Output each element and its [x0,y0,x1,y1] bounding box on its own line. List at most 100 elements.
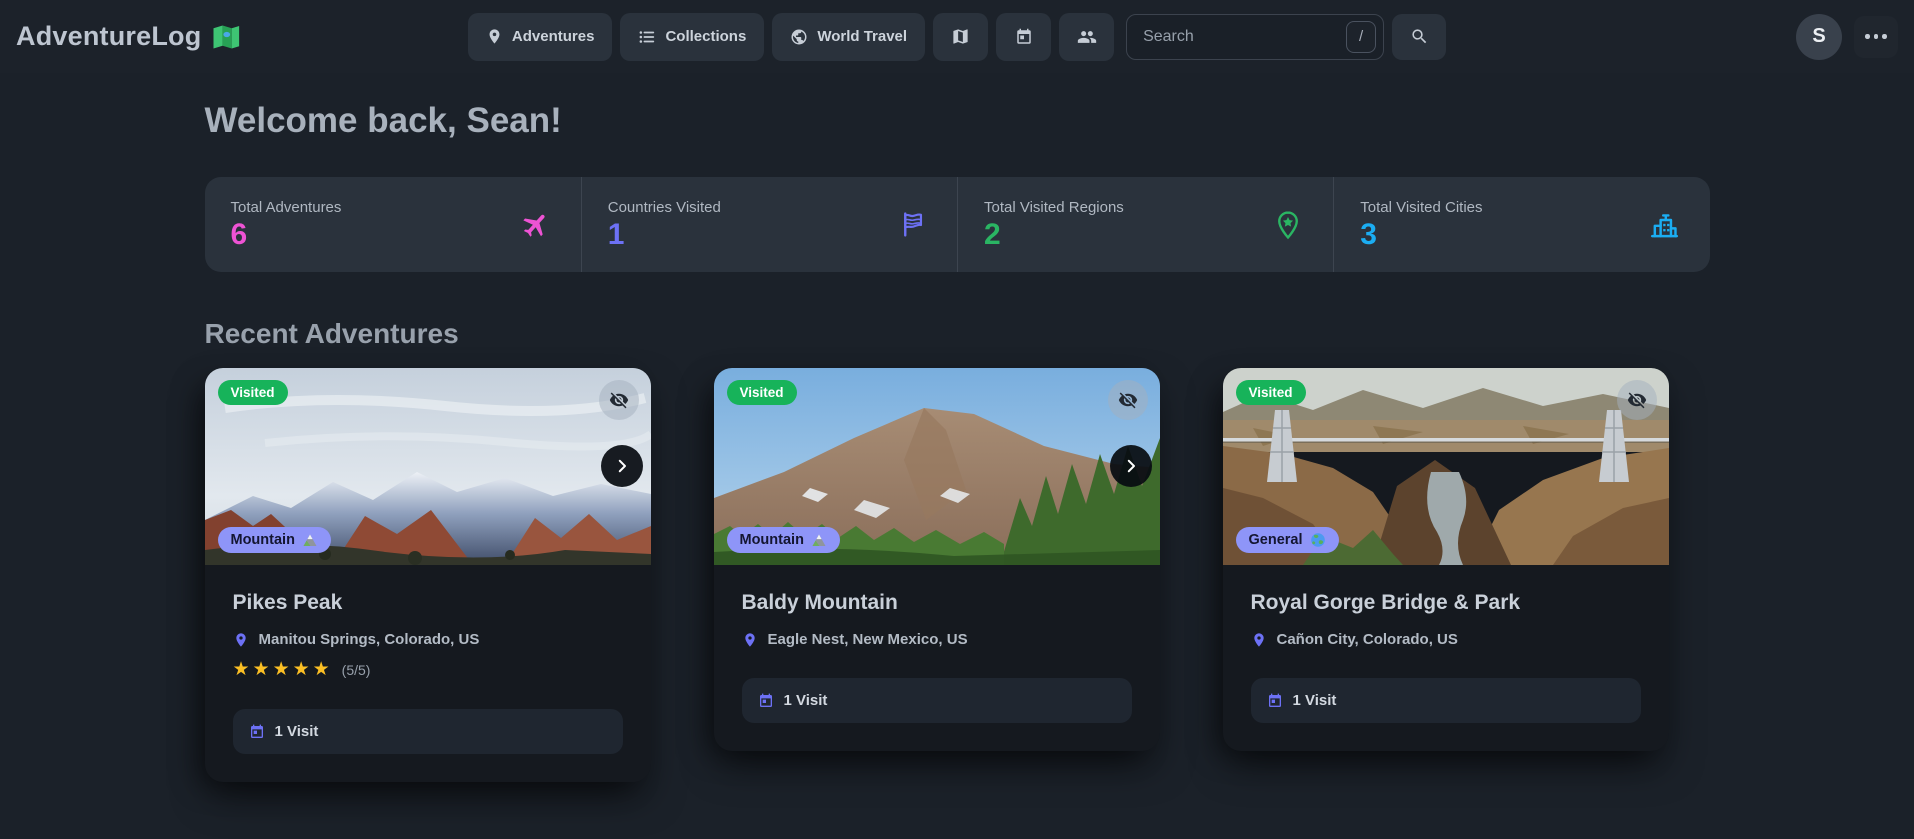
nav-world-travel-label: World Travel [817,28,907,45]
category-label: Mountain [740,532,804,548]
stat-value: 2 [984,220,1124,250]
nav-map-button[interactable] [933,13,988,61]
nav-adventures-label: Adventures [512,28,595,45]
calendar-icon [1267,693,1283,709]
location-pin-icon [742,632,758,648]
category-label: General [1249,532,1303,548]
main-content: Welcome back, Sean! Total Adventures 6 C… [205,101,1710,782]
map-pin-star-icon [1273,210,1303,240]
list-icon [638,28,656,46]
location-label: Manitou Springs, Colorado, US [259,631,480,648]
visits-label: 1 Visit [784,692,828,709]
stat-label: Total Adventures [231,199,342,216]
adventure-card-pikes-peak[interactable]: Visited Mountain Pikes Peak Manitou Spri… [205,368,651,782]
card-body: Baldy Mountain Eagle Nest, New Mexico, U… [714,565,1160,751]
search-button[interactable] [1392,14,1446,60]
nav-users-button[interactable] [1059,13,1114,61]
app-logo[interactable]: AdventureLog [16,21,468,52]
stat-label: Countries Visited [608,199,721,216]
adventure-image: Visited Mountain [205,368,651,565]
recent-adventures-heading: Recent Adventures [205,318,1710,350]
stat-label: Total Visited Cities [1360,199,1482,216]
stat-visited-cities: Total Visited Cities 3 [1333,177,1709,272]
city-buildings-icon [1649,209,1680,240]
category-badge: Mountain [727,527,840,553]
search-shortcut-kbd: / [1346,21,1376,53]
stats-bar: Total Adventures 6 Countries Visited 1 T… [205,177,1710,272]
calendar-icon [249,724,265,740]
visibility-off-button[interactable] [1108,380,1148,420]
map-logo-icon [211,22,241,52]
card-body: Pikes Peak Manitou Springs, Colorado, US… [205,565,651,782]
mountain-emoji-icon [811,532,827,548]
category-label: Mountain [231,532,295,548]
visibility-off-button[interactable] [1617,380,1657,420]
avatar-initial: S [1812,25,1825,48]
navbar: AdventureLog Adventures Collections Worl… [0,0,1914,73]
nav-calendar-button[interactable] [996,13,1051,61]
visits-label: 1 Visit [1293,692,1337,709]
mountain-emoji-icon [302,532,318,548]
calendar-icon [758,693,774,709]
location-row: Eagle Nest, New Mexico, US [742,631,1132,648]
chevron-right-icon [1122,457,1140,475]
overflow-menu-button[interactable] [1854,16,1898,58]
nav-collections-button[interactable]: Collections [620,13,764,61]
globe-emoji-icon [1310,532,1326,548]
location-pin-icon [233,632,249,648]
nav-center: Adventures Collections World Travel / [468,13,1446,61]
adventure-title[interactable]: Baldy Mountain [742,591,1132,615]
adventure-card-baldy-mountain[interactable]: Visited Mountain Baldy Mountain Eagle Ne… [714,368,1160,751]
calendar-icon [1015,28,1033,46]
image-next-button[interactable] [1110,445,1152,487]
location-pin-icon [1251,632,1267,648]
star-rating: ★★★★★ [233,660,333,679]
globe-icon [790,28,808,46]
adventure-title[interactable]: Royal Gorge Bridge & Park [1251,591,1641,615]
adventure-image: Visited Mountain [714,368,1160,565]
welcome-heading: Welcome back, Sean! [205,101,1710,141]
nav-right: S [1446,14,1898,60]
users-icon [1077,27,1097,47]
app-title: AdventureLog [16,21,201,52]
visited-badge: Visited [218,380,288,405]
eye-off-icon [609,390,629,410]
search-icon [1410,27,1429,46]
card-body: Royal Gorge Bridge & Park Cañon City, Co… [1223,565,1669,751]
adventure-image: Visited General [1223,368,1669,565]
nav-world-travel-button[interactable]: World Travel [772,13,925,61]
stat-value: 6 [231,220,342,250]
ellipsis-icon [1865,34,1870,39]
visits-label: 1 Visit [275,723,319,740]
stat-value: 3 [1360,220,1482,250]
location-row: Manitou Springs, Colorado, US [233,631,623,648]
image-next-button[interactable] [601,445,643,487]
location-row: Cañon City, Colorado, US [1251,631,1641,648]
location-label: Cañon City, Colorado, US [1277,631,1458,648]
nav-adventures-button[interactable]: Adventures [468,13,613,61]
eye-off-icon [1118,390,1138,410]
nav-collections-label: Collections [665,28,746,45]
stat-countries-visited: Countries Visited 1 [581,177,957,272]
location-label: Eagle Nest, New Mexico, US [768,631,968,648]
stat-total-adventures: Total Adventures 6 [205,177,581,272]
map-icon [951,27,970,46]
eye-off-icon [1627,390,1647,410]
adventure-cards-grid: Visited Mountain Pikes Peak Manitou Spri… [205,368,1710,782]
visits-button[interactable]: 1 Visit [742,678,1132,723]
adventure-card-royal-gorge[interactable]: Visited General Royal Gorge Bridge & Par… [1223,368,1669,751]
visited-badge: Visited [727,380,797,405]
visited-badge: Visited [1236,380,1306,405]
visits-button[interactable]: 1 Visit [1251,678,1641,723]
rating-row: ★★★★★ (5/5) [233,660,623,679]
category-badge: General [1236,527,1339,553]
user-avatar-button[interactable]: S [1796,14,1842,60]
stat-value: 1 [608,220,721,250]
adventure-title[interactable]: Pikes Peak [233,591,623,615]
visits-button[interactable]: 1 Visit [233,709,623,754]
location-pin-icon [486,28,503,45]
visibility-off-button[interactable] [599,380,639,420]
wavy-flag-icon [898,210,927,239]
stat-label: Total Visited Regions [984,199,1124,216]
search-box: / [1126,14,1384,60]
